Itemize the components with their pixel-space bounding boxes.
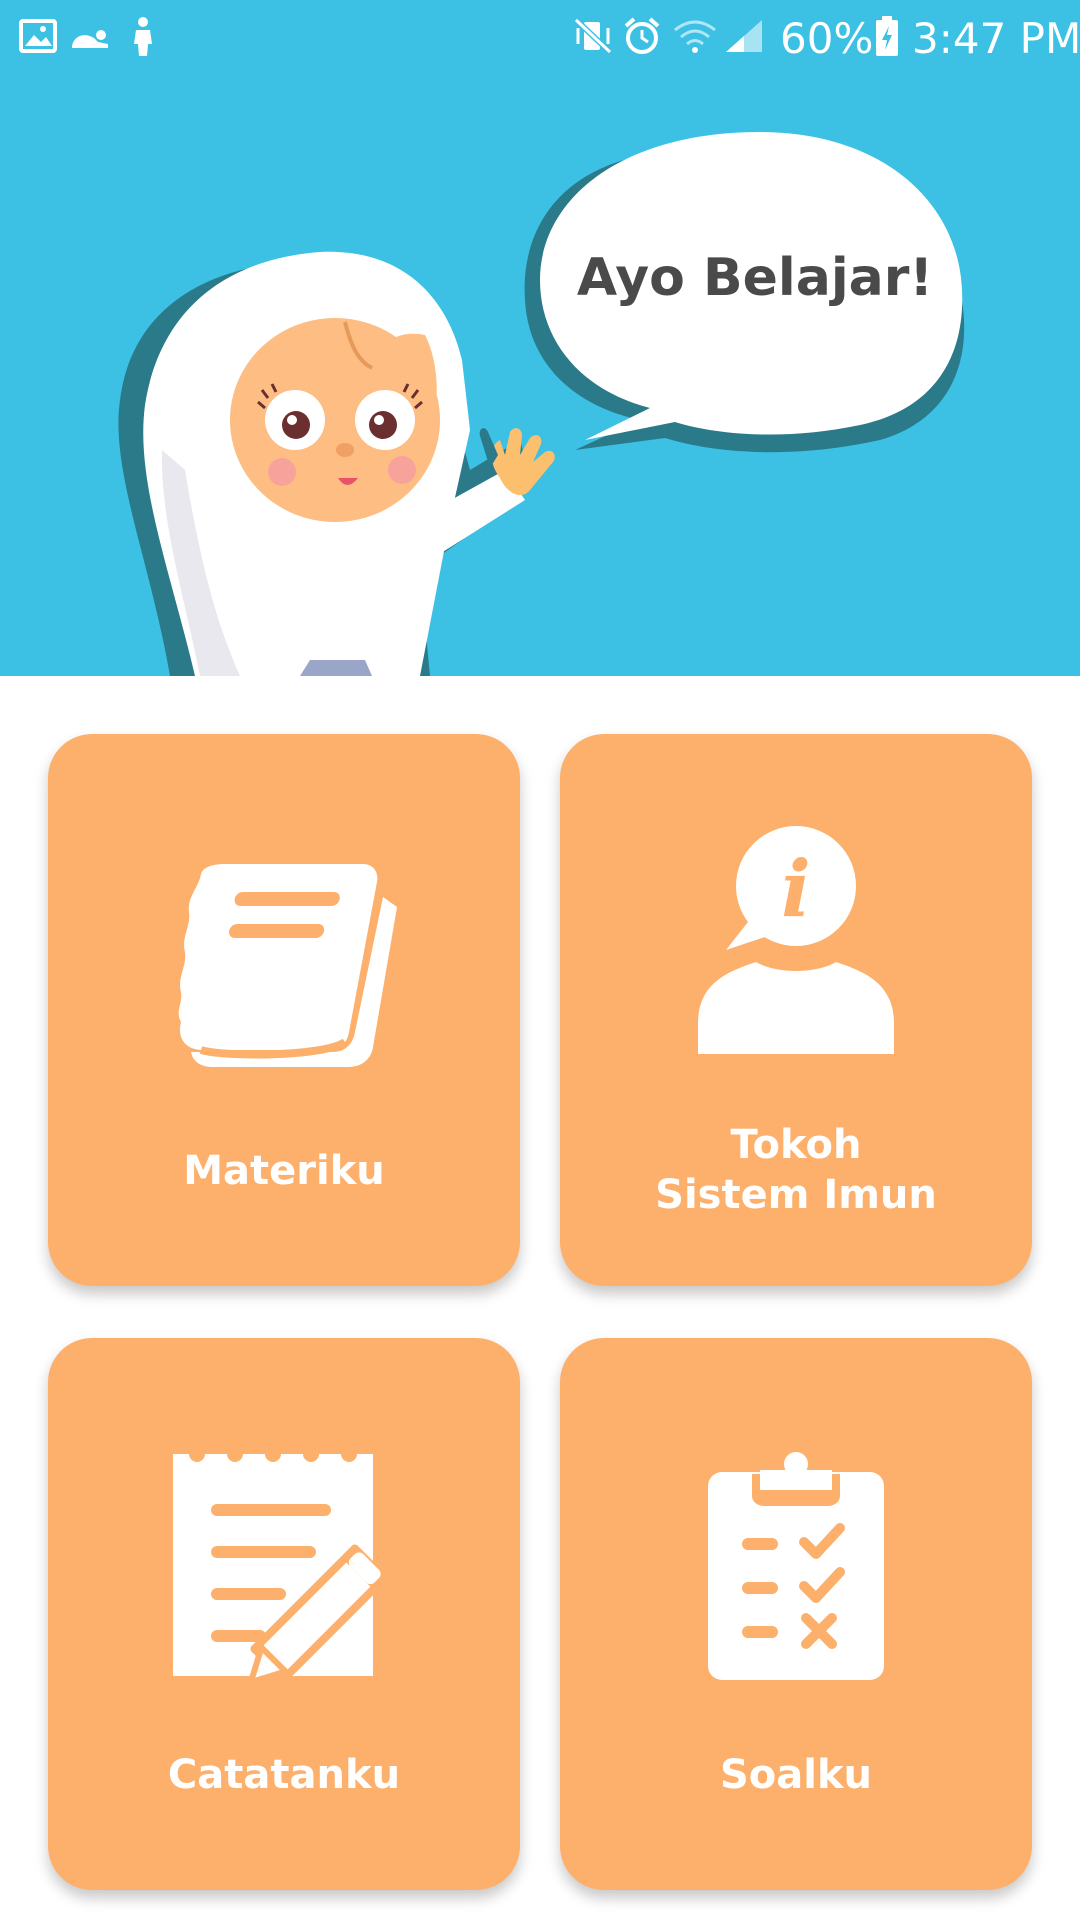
person-info-icon: i	[698, 826, 894, 1054]
tokoh-label-line2: Sistem Imun	[655, 1172, 937, 1218]
prayer-icon	[72, 30, 108, 48]
alarm-icon	[624, 17, 660, 54]
speech-bubble-text: Ayo Belajar!	[576, 248, 934, 308]
soalku-tile[interactable]: Soalku	[560, 1338, 1032, 1890]
book-icon	[178, 864, 397, 1067]
hero-banner: Ayo Belajar! 60% 3:47 PM	[0, 0, 1080, 676]
soalku-label: Soalku	[719, 1752, 873, 1798]
clipboard-checklist-icon	[708, 1452, 884, 1680]
status-time: 3:47 PM	[912, 14, 1080, 63]
materiku-label: Materiku	[183, 1148, 385, 1194]
girl-illustration	[118, 132, 965, 676]
battery-charging-icon	[876, 16, 898, 56]
tokoh-sistem-imun-tile[interactable]: i Tokoh Sistem Imun	[560, 734, 1032, 1286]
person-icon	[134, 17, 152, 56]
notepad-pencil-icon	[173, 1454, 389, 1680]
mute-vibrate-icon	[573, 17, 613, 55]
svg-text:i: i	[781, 844, 811, 935]
wifi-icon	[674, 20, 716, 53]
catatanku-label: Catatanku	[167, 1752, 401, 1798]
catatanku-tile[interactable]: Catatanku	[48, 1338, 520, 1890]
battery-percent: 60%	[780, 14, 874, 63]
signal-icon	[726, 20, 762, 52]
materiku-tile[interactable]: Materiku	[48, 734, 520, 1286]
gallery-icon	[19, 19, 57, 53]
status-bar: 60% 3:47 PM	[0, 0, 1080, 78]
tokoh-label-line1: Tokoh	[730, 1122, 862, 1168]
